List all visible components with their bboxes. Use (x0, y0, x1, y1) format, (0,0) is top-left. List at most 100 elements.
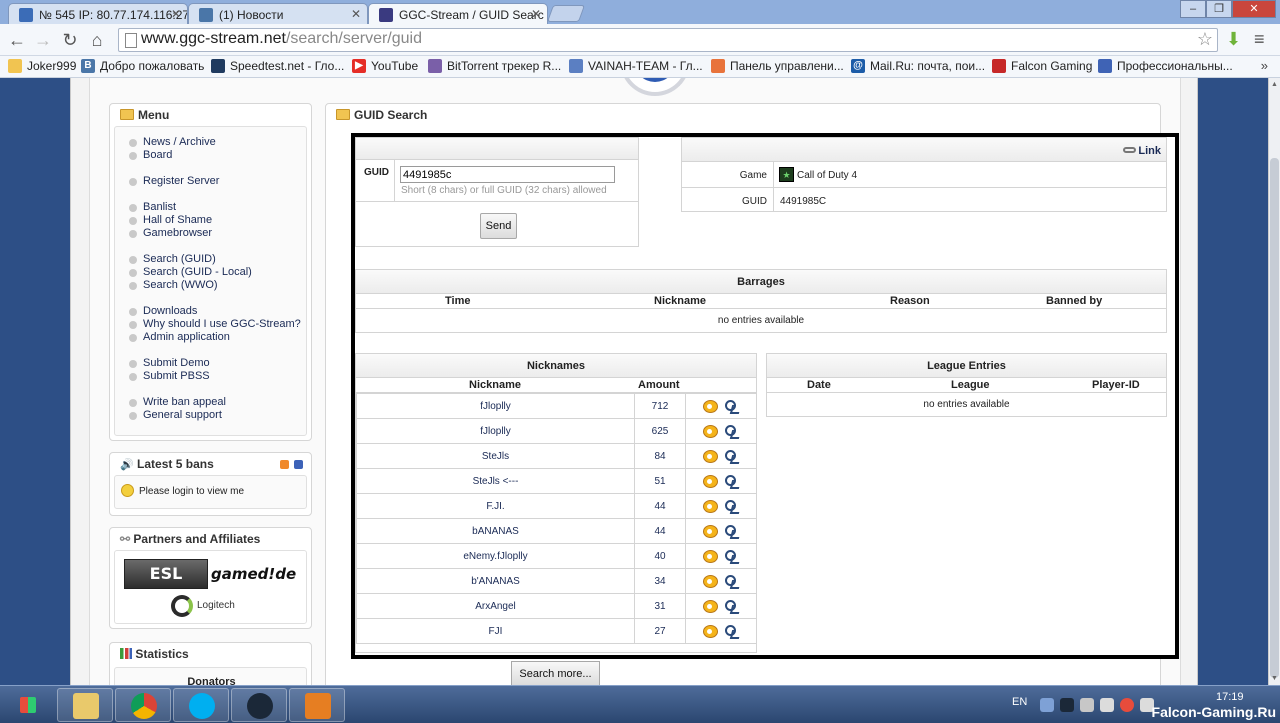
nickname-cell[interactable]: b'ANANAS (356, 568, 635, 594)
taskbar-chrome[interactable] (115, 688, 171, 722)
ggc-search-icon[interactable] (703, 524, 718, 538)
nickname-cell[interactable]: bANANAS (356, 518, 635, 544)
bookmark-youtube[interactable]: ▶ YouTube (352, 59, 418, 73)
download-arrow-icon[interactable]: ⬇ (1226, 28, 1241, 50)
browser-tab-ggc[interactable]: GGC-Stream / GUID Searc ✕ (368, 3, 548, 24)
nickname-cell[interactable]: ArxAngel (356, 593, 635, 619)
menu-item-register[interactable]: Register Server (129, 175, 219, 187)
menu-item-ban-appeal[interactable]: Write ban appeal (129, 396, 226, 408)
minimize-button[interactable]: – (1180, 0, 1206, 18)
menu-item-gamebrowser[interactable]: Gamebrowser (129, 227, 212, 239)
close-icon[interactable]: ✕ (531, 7, 541, 21)
language-indicator[interactable]: EN (1012, 696, 1027, 708)
taskbar-app[interactable] (289, 688, 345, 722)
menu-item-hall-of-shame[interactable]: Hall of Shame (129, 214, 212, 226)
alert-icon[interactable] (1120, 698, 1134, 712)
ggc-search-icon[interactable] (703, 574, 718, 588)
reload-icon[interactable]: ↻ (59, 29, 81, 51)
rss-icon[interactable] (280, 460, 289, 469)
maximize-button[interactable]: ❐ (1206, 0, 1232, 18)
game-admin-icon[interactable] (724, 399, 739, 413)
menu-item-banlist[interactable]: Banlist (129, 201, 176, 213)
rss-alt-icon[interactable] (294, 460, 303, 469)
guid-input[interactable] (400, 166, 615, 183)
menu-item-submit-demo[interactable]: Submit Demo (129, 357, 210, 369)
game-admin-icon[interactable] (724, 549, 739, 563)
menu-item-submit-pbss[interactable]: Submit PBSS (129, 370, 210, 382)
bookmark-vainah[interactable]: VAINAH-TEAM - Гл... (569, 59, 703, 73)
search-more-button[interactable]: Search more... (511, 661, 600, 685)
page-scrollbar[interactable]: ▲ ▼ (1268, 78, 1280, 685)
steam-tray-icon[interactable] (1060, 698, 1074, 712)
bookmark-falcon[interactable]: Falcon Gaming (992, 59, 1092, 73)
nickname-cell[interactable]: SteJls (356, 443, 635, 469)
close-icon[interactable]: ✕ (351, 7, 361, 21)
nickname-cell[interactable]: fJloplly (356, 393, 635, 419)
menu-item-downloads[interactable]: Downloads (129, 305, 197, 317)
scroll-down-icon[interactable]: ▼ (1271, 675, 1278, 682)
menu-item-search-local[interactable]: Search (GUID - Local) (129, 266, 252, 278)
menu-item-board[interactable]: Board (129, 149, 172, 161)
bookmark-star-icon[interactable]: ☆ (1197, 29, 1213, 50)
nickname-cell[interactable]: eNemy.fJloplly (356, 543, 635, 569)
clock[interactable]: 17:19 (1216, 691, 1244, 703)
bookmark-speedtest[interactable]: Speedtest.net - Гло... (211, 59, 344, 73)
game-admin-icon[interactable] (724, 474, 739, 488)
menu-item-why[interactable]: Why should I use GGC-Stream? (129, 318, 301, 330)
ggc-search-icon[interactable] (703, 549, 718, 563)
bookmark-panel[interactable]: Панель управлени... (711, 59, 844, 73)
game-admin-icon[interactable] (724, 574, 739, 588)
forward-icon[interactable]: → (32, 29, 54, 51)
browser-tab-ip[interactable]: № 545 IP: 80.77.174.116:27 ✕ (8, 3, 188, 24)
address-bar[interactable]: www.ggc-stream.net/search/server/guid ☆ (118, 28, 1218, 52)
ggc-search-icon[interactable] (703, 399, 718, 413)
site-logo[interactable] (620, 78, 690, 96)
taskbar-explorer[interactable] (57, 688, 113, 722)
gamed-logo[interactable]: gamed!de (211, 559, 296, 589)
back-icon[interactable]: ← (6, 29, 28, 51)
ggc-search-icon[interactable] (703, 499, 718, 513)
taskbar-skype[interactable] (173, 688, 229, 722)
menu-item-support[interactable]: General support (129, 409, 222, 421)
ggc-search-icon[interactable] (703, 599, 718, 613)
bookmark-pro[interactable]: Профессиональны... (1098, 59, 1233, 73)
home-icon[interactable]: ⌂ (86, 29, 108, 51)
menu-item-news[interactable]: News / Archive (129, 136, 216, 148)
tray-arrow-icon[interactable] (1040, 698, 1054, 712)
scroll-up-icon[interactable]: ▲ (1271, 81, 1278, 88)
close-window-button[interactable]: ✕ (1232, 0, 1276, 18)
bookmarks-more-button[interactable]: » (1261, 58, 1268, 73)
menu-item-search-wwo[interactable]: Search (WWO) (129, 279, 218, 291)
taskbar-steam[interactable] (231, 688, 287, 722)
new-tab-button[interactable] (546, 5, 586, 22)
nickname-cell[interactable]: FJI (356, 618, 635, 644)
game-admin-icon[interactable] (724, 424, 739, 438)
ggc-search-icon[interactable] (703, 449, 718, 463)
esl-logo[interactable]: ESL (124, 559, 208, 589)
menu-item-admin-app[interactable]: Admin application (129, 331, 230, 343)
network-icon[interactable] (1080, 698, 1094, 712)
start-button[interactable] (0, 686, 56, 723)
game-admin-icon[interactable] (724, 499, 739, 513)
browser-tab-news[interactable]: (1) Новости ✕ (188, 3, 368, 24)
bookmark-mailru[interactable]: @ Mail.Ru: почта, пои... (851, 59, 985, 73)
game-admin-icon[interactable] (724, 624, 739, 638)
volume-icon[interactable] (1100, 698, 1114, 712)
send-button[interactable]: Send (480, 213, 517, 239)
link-button[interactable]: Link (1123, 145, 1161, 157)
menu-icon[interactable]: ≡ (1254, 28, 1265, 50)
bookmark-vk[interactable]: B Добро пожаловать (81, 59, 204, 73)
bookmark-bittorrent[interactable]: BitTorrent трекер R... (428, 59, 561, 73)
scrollbar-thumb[interactable] (1270, 158, 1279, 678)
bookmark-joker999[interactable]: Joker999 (8, 59, 76, 73)
game-admin-icon[interactable] (724, 449, 739, 463)
nickname-cell[interactable]: SteJls <--- (356, 468, 635, 494)
nickname-cell[interactable]: fJloplly (356, 418, 635, 444)
url-input[interactable]: www.ggc-stream.net/search/server/guid (141, 30, 1191, 50)
ggc-search-icon[interactable] (703, 474, 718, 488)
close-icon[interactable]: ✕ (171, 7, 181, 21)
game-admin-icon[interactable] (724, 599, 739, 613)
logitech-logo[interactable]: Logitech (169, 591, 253, 621)
menu-item-search-guid[interactable]: Search (GUID) (129, 253, 216, 265)
ggc-search-icon[interactable] (703, 424, 718, 438)
